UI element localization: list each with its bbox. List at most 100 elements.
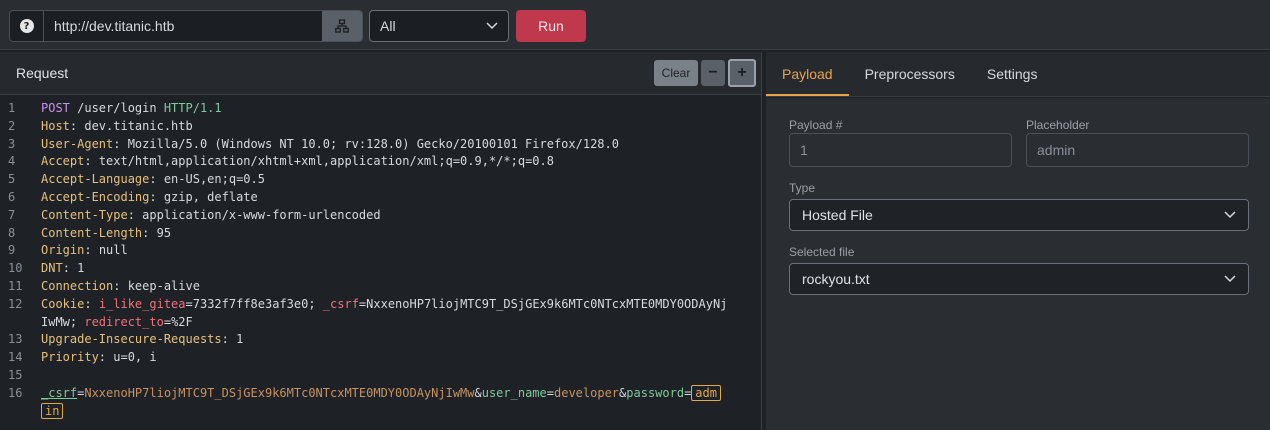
- code-line: 2 Host: dev.titanic.htb: [0, 118, 762, 136]
- payload-form: Payload # 1 Placeholder admin Type Hoste…: [766, 98, 1270, 430]
- payload-number-field[interactable]: 1: [789, 133, 1012, 167]
- header-value: text/html,application/xhtml+xml,applicat…: [98, 154, 554, 169]
- line-number: 12: [8, 296, 23, 311]
- http-protocol: HTTP/1.1: [163, 101, 222, 115]
- top-toolbar: ? All Run: [0, 0, 1270, 50]
- code-line: 4 Accept: text/html,application/xhtml+xml…: [0, 153, 762, 171]
- help-button[interactable]: ?: [10, 11, 44, 41]
- selected-file-select[interactable]: rockyou.txt: [789, 263, 1249, 295]
- request-title: Request: [16, 65, 69, 81]
- header-value: application/x-www-form-urlencoded: [142, 207, 381, 222]
- filter-select-value: All: [380, 18, 396, 34]
- chevron-down-icon: [486, 22, 498, 30]
- body-param-key: password: [626, 385, 685, 400]
- chevron-down-icon: [1224, 211, 1236, 219]
- code-line: 3 User-Agent: Mozilla/5.0 (Windows NT 10.…: [0, 136, 762, 154]
- run-button[interactable]: Run: [516, 10, 586, 42]
- url-input[interactable]: [44, 11, 322, 41]
- request-panel: Request Clear − + 1 POST /user/login HTTP…: [0, 52, 762, 430]
- header-value: null: [98, 243, 128, 258]
- line-number: 3: [8, 136, 16, 151]
- code-line: 12 Cookie: i_like_gitea=7332f7ff8e3af3e0;…: [0, 296, 762, 314]
- filter-select[interactable]: All: [369, 10, 509, 42]
- payload-tabs: Payload Preprocessors Settings: [766, 52, 1270, 97]
- sitemap-button[interactable]: [322, 11, 362, 41]
- line-number: 1: [8, 101, 16, 115]
- clear-button[interactable]: Clear: [654, 60, 698, 86]
- line-number: 13: [8, 332, 23, 347]
- code-line: 1 POST /user/login HTTP/1.1: [0, 100, 762, 118]
- header-value: 95: [156, 225, 172, 240]
- line-number: 2: [8, 118, 16, 133]
- cookie-name: redirect_to: [84, 314, 164, 329]
- body-param-value: developer: [554, 385, 620, 400]
- header-key: Content-Type: [41, 207, 128, 222]
- header-value: 1: [77, 261, 85, 276]
- line-number: 10: [8, 261, 23, 276]
- body-param-key: user_name: [481, 385, 547, 400]
- code-line: 16 _csrf=NxxenoHP7liojMTC9T_DSjGEx9k6MTc0…: [0, 384, 762, 403]
- line-number: 7: [8, 207, 16, 222]
- type-select[interactable]: Hosted File: [789, 199, 1249, 231]
- payload-number-label: Payload #: [789, 118, 843, 132]
- payload-marker[interactable]: adm: [691, 384, 721, 401]
- cookie-value: NxxenoHP7liojMTC9T_DSjGEx9k6MTc0NTcxMTE0…: [366, 296, 728, 311]
- header-key: Accept-Encoding: [41, 189, 150, 204]
- type-select-value: Hosted File: [802, 207, 873, 223]
- http-path: /user/login: [69, 101, 164, 115]
- header-key: Origin: [41, 243, 85, 258]
- code-line: 8 Content-Length: 95: [0, 225, 762, 243]
- tab-payload[interactable]: Payload: [766, 52, 849, 96]
- code-line: 7 Content-Type: application/x-www-form-ur…: [0, 207, 762, 225]
- payload-marker[interactable]: in: [41, 402, 64, 419]
- header-key: User-Agent: [41, 136, 114, 151]
- header-key: Accept: [41, 154, 85, 169]
- selected-file-value: rockyou.txt: [802, 271, 870, 287]
- header-key: Cookie: [41, 296, 85, 311]
- header-value: keep-alive: [127, 278, 200, 293]
- chevron-down-icon: [1224, 275, 1236, 283]
- payload-panel: Payload Preprocessors Settings Payload #…: [766, 52, 1270, 430]
- sitemap-icon: [335, 19, 349, 33]
- line-number: 8: [8, 225, 16, 240]
- code-line: 11 Connection: keep-alive: [0, 278, 762, 296]
- header-key: Accept-Language: [41, 172, 150, 187]
- header-value: dev.titanic.htb: [84, 118, 193, 133]
- line-number: 16: [8, 385, 23, 400]
- type-label: Type: [789, 181, 816, 195]
- line-number: 6: [8, 189, 16, 204]
- cookie-value: 7332f7ff8e3af3e0: [192, 296, 309, 311]
- header-value: Mozilla/5.0 (Windows NT 10.0; rv:128.0) …: [127, 136, 619, 151]
- code-line: 10 DNT: 1: [0, 260, 762, 278]
- body-param-value: NxxenoHP7liojMTC9T_DSjGEx9k6MTc0NTcxMTE0…: [84, 385, 475, 400]
- header-value: u=0, i: [113, 350, 157, 365]
- url-group: ?: [9, 10, 363, 42]
- code-line: 15: [0, 367, 762, 385]
- placeholder-field[interactable]: admin: [1026, 133, 1249, 167]
- code-line: 5 Accept-Language: en-US,en;q=0.5: [0, 171, 762, 189]
- minus-button[interactable]: −: [701, 60, 725, 86]
- code-line: 6 Accept-Encoding: gzip, deflate: [0, 189, 762, 207]
- tab-settings[interactable]: Settings: [971, 52, 1054, 96]
- line-number: 15: [8, 367, 23, 382]
- header-key: Upgrade-Insecure-Requests: [41, 332, 222, 347]
- code-line: 14 Priority: u=0, i: [0, 349, 762, 367]
- cookie-name: i_like_gitea: [98, 296, 186, 311]
- http-method: POST: [41, 101, 70, 115]
- tab-preprocessors[interactable]: Preprocessors: [849, 52, 971, 96]
- request-editor[interactable]: 1 POST /user/login HTTP/1.1 2 Host: dev.ti…: [0, 100, 762, 420]
- selected-file-label: Selected file: [789, 245, 855, 259]
- line-number: 14: [8, 350, 23, 365]
- cookie-value: %2F: [171, 314, 193, 329]
- request-header: Request Clear − +: [0, 52, 761, 95]
- code-line: IwMw; redirect_to=%2F: [41, 314, 193, 329]
- header-key: Host: [41, 118, 70, 133]
- placeholder-label: Placeholder: [1026, 118, 1090, 132]
- code-line: 13 Upgrade-Insecure-Requests: 1: [0, 331, 762, 349]
- header-key: Content-Length: [41, 225, 143, 240]
- header-value: gzip, deflate: [163, 189, 258, 204]
- plus-button[interactable]: +: [728, 59, 756, 87]
- code-line: 9 Origin: null: [0, 242, 762, 260]
- cookie-name: _csrf: [322, 296, 359, 311]
- header-value: 1: [236, 332, 244, 347]
